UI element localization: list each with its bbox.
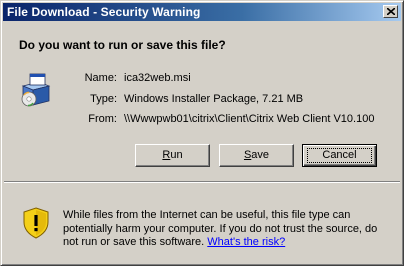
file-type-value: Windows Installer Package, 7.21 MB [124, 93, 304, 105]
file-source-value: \\Wwwpwb01\citrix\Client\Citrix Web Clie… [124, 113, 375, 125]
type-label: Type: [90, 93, 117, 105]
whats-the-risk-link[interactable]: What's the risk? [207, 236, 285, 248]
cancel-button-label: Cancel [322, 149, 357, 161]
save-button[interactable]: Save [219, 144, 294, 167]
installer-package-icon [19, 72, 53, 111]
security-warning-dialog: File Download - Security Warning Do you … [0, 0, 404, 266]
file-name-value: ica32web.msi [124, 72, 191, 84]
window-title: File Download - Security Warning [7, 5, 201, 19]
prompt-question: Do you want to run or save this file? [19, 38, 226, 52]
run-button[interactable]: Run [135, 144, 210, 167]
from-label: From: [88, 113, 117, 125]
save-button-label: Save [243, 149, 270, 161]
close-button[interactable] [383, 5, 398, 18]
cancel-button[interactable]: Cancel [302, 144, 377, 167]
file-info-panel: Do you want to run or save this file? Na… [4, 22, 400, 180]
shield-warning-icon [22, 207, 50, 242]
name-label: Name: [84, 72, 117, 84]
warning-panel: While files from the Internet can be use… [4, 183, 400, 263]
warning-message: While files from the Internet can be use… [63, 209, 393, 250]
run-button-label: Run [162, 149, 183, 161]
close-icon [387, 8, 395, 15]
title-bar[interactable]: File Download - Security Warning [3, 3, 401, 21]
